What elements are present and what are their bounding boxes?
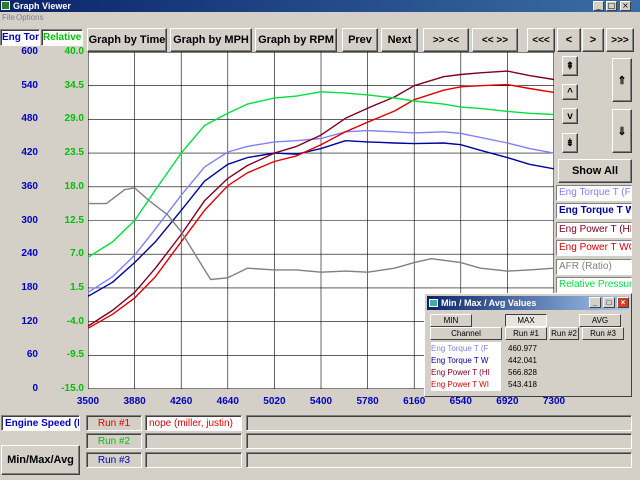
close-button[interactable]: ×	[620, 1, 631, 11]
title-bar: Graph Viewer _ □ ×	[0, 0, 640, 12]
bottom-axis-tick: 5400	[309, 396, 333, 407]
menu-file[interactable]: File	[2, 12, 15, 23]
min-max-avg-button[interactable]: Min/Max/Avg	[1, 445, 80, 475]
right-axis-tick: 18.0	[64, 180, 84, 192]
min-tab[interactable]: MIN	[430, 314, 472, 327]
left-axis-tick: 0	[32, 383, 38, 394]
minimize-button[interactable]: _	[593, 1, 604, 11]
dialog-title: Min / Max / Avg Values	[441, 298, 537, 308]
col-run1-header[interactable]: Run #1	[505, 327, 547, 340]
graph-by-mph-button[interactable]: Graph by MPH	[170, 28, 252, 52]
right-axis-tick: 40.0	[64, 46, 84, 57]
col-run3-header[interactable]: Run #3	[582, 327, 624, 340]
bottom-axis-tick: 4640	[216, 396, 239, 407]
right-axis-tick: -9.5	[66, 349, 84, 361]
zoom-in-button[interactable]: >> <<	[423, 28, 469, 52]
max-tab[interactable]: MAX	[505, 314, 547, 327]
legend-item-torque-fw[interactable]: Eng Torque T (F	[556, 185, 632, 201]
left-axis-tick: 600	[21, 46, 38, 57]
scroll-last-button[interactable]: >>>	[606, 28, 634, 52]
bottom-axis-tick: 4260	[170, 396, 193, 407]
prev-button[interactable]: Prev	[342, 28, 378, 52]
bottom-axis-tick: 6540	[449, 396, 472, 407]
col-run2-header[interactable]: Run #2	[549, 327, 579, 340]
left-axis-tick: 60	[26, 349, 38, 361]
run1-name[interactable]: nope (miller, justin)	[145, 415, 242, 431]
expand-down-button[interactable]: ⇓	[612, 109, 632, 153]
menu-bar: File Options	[0, 12, 640, 23]
maximize-button[interactable]: □	[606, 1, 617, 11]
run3-info	[246, 452, 632, 468]
graph-by-rpm-button[interactable]: Graph by RPM	[255, 28, 337, 52]
avg-tab[interactable]: AVG	[579, 314, 621, 327]
left-axis-tick: 180	[21, 281, 38, 293]
dialog-close-button[interactable]: ×	[617, 297, 629, 308]
scroll-left-button[interactable]: <	[557, 28, 581, 52]
stats-channel-name: Eng Power T WI	[431, 378, 501, 391]
run2-info	[246, 433, 632, 449]
right-axis-tick: 29.0	[64, 113, 84, 125]
expand-up-button[interactable]: ⇑	[612, 58, 632, 102]
show-all-button[interactable]: Show All	[558, 159, 632, 183]
right-axis-channel[interactable]: Relative	[41, 29, 83, 46]
stats-run1-value: 543.418	[508, 380, 537, 389]
app-icon	[1, 1, 10, 10]
run2-name[interactable]	[145, 433, 242, 449]
scroll-right-button[interactable]: >	[582, 28, 604, 52]
bottom-axis-tick: 6920	[496, 396, 519, 407]
next-button[interactable]: Next	[381, 28, 418, 52]
bottom-axis-tick: 7300	[542, 396, 566, 407]
run3-name[interactable]	[145, 452, 242, 468]
right-axis-tick: -4.0	[66, 315, 84, 327]
left-axis-tick: 540	[21, 79, 38, 91]
col-channel-header[interactable]: Channel	[430, 327, 502, 340]
run1-label[interactable]: Run #1	[86, 415, 142, 431]
x-axis-channel[interactable]: Engine Speed (R	[1, 415, 80, 431]
right-axis-tick: 1.5	[70, 281, 84, 293]
window-title: Graph Viewer	[13, 1, 71, 11]
run2-label[interactable]: Run #2	[86, 433, 142, 449]
right-axis-tick: 23.5	[64, 147, 84, 159]
bottom-axis-tick: 3500	[76, 396, 100, 407]
scroll-first-button[interactable]: <<<	[527, 28, 555, 52]
scroll-down-button[interactable]: v	[562, 108, 578, 124]
right-axis-tick: 12.5	[64, 214, 84, 226]
left-axis-tick: 240	[21, 248, 38, 260]
zoom-out-button[interactable]: << >>	[472, 28, 518, 52]
bottom-axis-tick: 6160	[403, 396, 426, 407]
graph-by-time-button[interactable]: Graph by Time	[87, 28, 167, 52]
dialog-minimize-button[interactable]: _	[589, 297, 601, 308]
dialog-title-bar: Min / Max / Avg Values _ □ ×	[427, 296, 629, 310]
left-axis-tick: 360	[21, 180, 38, 192]
dialog-maximize-button[interactable]: □	[603, 297, 615, 308]
left-axis-tick: 420	[21, 147, 38, 159]
scroll-down-fast-button[interactable]: ⇟	[562, 133, 578, 153]
menu-options[interactable]: Options	[16, 12, 44, 23]
legend-item-rel-pressure[interactable]: Relative Pressur	[556, 277, 632, 293]
scroll-up-fast-button[interactable]: ⇞	[562, 56, 578, 76]
left-axis-channel[interactable]: Eng Torq	[0, 29, 40, 46]
bottom-axis-tick: 5780	[356, 396, 379, 407]
legend-item-power-wc[interactable]: Eng Power T WC	[556, 240, 632, 256]
right-axis-tick: 7.0	[70, 248, 84, 260]
dialog-icon	[429, 299, 438, 307]
stats-row: Eng Power T WI 543.418	[431, 378, 627, 391]
legend-item-power-hf[interactable]: Eng Power T (HF	[556, 222, 632, 238]
left-axis-tick: 300	[21, 214, 38, 226]
bottom-axis-tick: 5020	[263, 396, 286, 407]
run3-label[interactable]: Run #3	[86, 452, 142, 468]
run1-info	[246, 415, 632, 431]
legend-item-torque-w[interactable]: Eng Torque T W	[556, 203, 632, 219]
scroll-up-button[interactable]: ^	[562, 84, 578, 100]
right-axis-tick: -15.0	[61, 383, 84, 394]
left-axis-tick: 120	[21, 315, 38, 327]
left-axis-tick: 480	[21, 113, 38, 125]
right-axis-tick: 34.5	[64, 79, 84, 91]
bottom-axis-tick: 3880	[123, 396, 146, 407]
min-max-avg-dialog: Min / Max / Avg Values _ □ × MIN MAX AVG…	[424, 293, 632, 397]
legend-item-afr[interactable]: AFR (Ratio)	[556, 259, 632, 275]
